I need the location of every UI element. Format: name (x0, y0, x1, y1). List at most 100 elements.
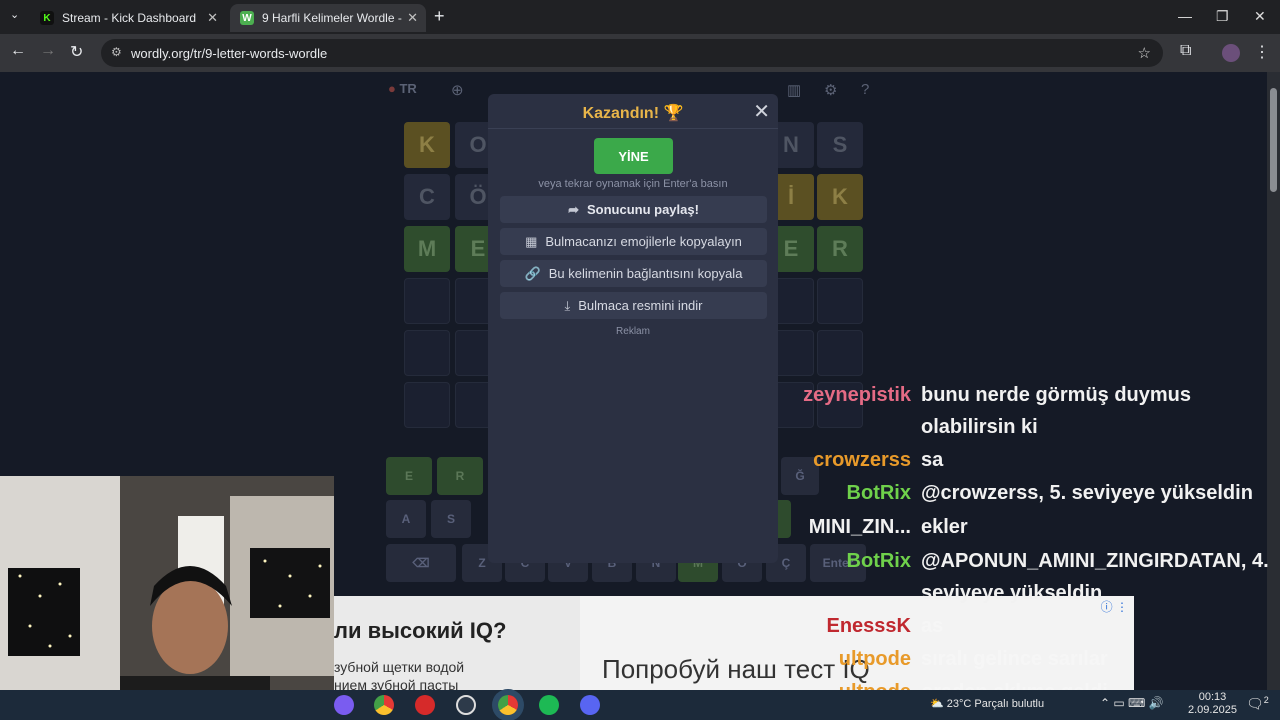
share-icon: ➦ (568, 201, 579, 217)
ad-banner[interactable]: ли высокий IQ? зубной щетки водой нием зу… (334, 596, 1134, 690)
copy-link-button[interactable]: 🔗 Bu kelimenin bağlantısını kopyala (500, 260, 767, 287)
scrollbar-thumb[interactable] (1270, 88, 1277, 192)
dialog-title-text: Kazandın! (582, 105, 660, 122)
play-again-button[interactable]: YİNE (594, 138, 673, 174)
board-tile (817, 382, 863, 428)
new-tab-icon[interactable]: + (434, 6, 445, 27)
chrome-icon[interactable] (374, 695, 394, 715)
clock-time: 00:13 (1198, 691, 1227, 703)
download-image-button[interactable]: ⤓ Bulmaca resmini indir (500, 292, 767, 319)
tab-search-chevron-icon[interactable]: ⌄ (10, 8, 19, 21)
tab-wordle[interactable]: W 9 Harfli Kelimeler Wordle - Çev ✕ (230, 4, 426, 32)
ad-subtext-line: зубной щетки водой (334, 659, 465, 675)
address-bar[interactable]: ⚙ wordly.org/tr/9-letter-words-wordle ☆ (101, 39, 1163, 67)
keyboard-key[interactable]: R (437, 457, 483, 495)
board-tile: S (817, 122, 863, 168)
share-result-button[interactable]: ➦ Sonucunu paylaş! (500, 196, 767, 223)
board-tile: C (404, 174, 450, 220)
ad-info-icon[interactable]: ⓘ ⋮ (1101, 598, 1128, 615)
option-label: Bu kelimenin bağlantısını kopyala (548, 266, 743, 281)
add-icon[interactable]: ⊕ (451, 81, 464, 99)
extensions-icon[interactable]: ⧉ (1180, 42, 1191, 60)
grid-icon: ▦ (525, 233, 538, 249)
notification-icon: 🗨 (1246, 695, 1264, 712)
language-label: TR (399, 81, 417, 96)
option-label: Bulmacanızı emojilerle kopyalayın (545, 234, 742, 249)
site-settings-icon[interactable]: ⚙ (111, 45, 122, 59)
tab-strip: ⌄ K Stream - Kick Dashboard ✕ W 9 Harfli… (0, 0, 1280, 34)
notification-center[interactable]: 🗨2 (1246, 695, 1269, 713)
flag-icon: ● (388, 81, 396, 96)
board-tile: R (817, 226, 863, 272)
language-selector[interactable]: ● TR (388, 81, 417, 96)
tab-kick-dashboard[interactable]: K Stream - Kick Dashboard ✕ (30, 4, 226, 32)
trophy-icon: 🏆 (663, 105, 684, 122)
ad-right-text: Попробуй наш тест IQ (602, 654, 870, 684)
taskbar: ⛅ 23°C Parçalı bulutlu ⌃ ▭ ⌨ 🔊 00:13 2.09… (0, 690, 1280, 720)
keyboard-key[interactable]: Ğ (781, 457, 819, 495)
bookmark-star-icon[interactable]: ☆ (1138, 44, 1151, 62)
board-tile: K (404, 122, 450, 168)
close-tab-icon[interactable]: ✕ (407, 10, 418, 26)
page-scrollbar[interactable] (1267, 72, 1280, 690)
board-tile (817, 278, 863, 324)
ad-headline: ли высокий IQ? (334, 618, 507, 643)
close-tab-icon[interactable]: ✕ (207, 10, 218, 26)
keyboard-key[interactable]: E (386, 457, 432, 495)
notification-count: 2 (1263, 695, 1269, 705)
help-icon[interactable]: ? (861, 81, 869, 98)
browser-toolbar: ← → ↻ ⚙ wordly.org/tr/9-letter-words-wor… (0, 34, 1280, 72)
enter-hint: veya tekrar oynamak için Enter'a basın (538, 178, 728, 190)
weather-icon: ⛅ (930, 698, 944, 710)
weather[interactable]: ⛅ 23°C Parçalı bulutlu (930, 697, 1044, 710)
keyboard-key[interactable]: A (386, 500, 426, 538)
keyboard-key[interactable]: Enter (810, 544, 866, 582)
close-icon[interactable]: ✕ (753, 99, 770, 124)
obs-icon[interactable] (456, 695, 476, 715)
keyboard-key[interactable]: S (431, 500, 471, 538)
ad-label: Reklam (616, 326, 650, 337)
dialog-title: Kazandın! 🏆 (488, 103, 778, 123)
keyboard-key[interactable]: ⌫ (386, 544, 456, 582)
webcam-feed (0, 476, 334, 720)
back-icon[interactable]: ← (10, 42, 26, 60)
ad-left-panel: ли высокий IQ? зубной щетки водой нием зу… (334, 596, 580, 690)
weather-text: 23°C Parçalı bulutlu (946, 698, 1045, 710)
option-label: Sonucunu paylaş! (586, 202, 699, 217)
opera-icon[interactable] (415, 695, 435, 715)
webcam-overlay (0, 476, 334, 720)
clock-date: 2.09.2025 (1188, 704, 1237, 716)
menu-icon[interactable]: ⋮ (1254, 42, 1270, 62)
board-tile (404, 278, 450, 324)
divider (488, 128, 778, 129)
link-icon: 🔗 (524, 265, 541, 281)
reload-icon[interactable]: ↻ (70, 42, 83, 62)
discord-icon[interactable] (580, 695, 600, 715)
url-text: wordly.org/tr/9-letter-words-wordle (131, 45, 328, 61)
option-label: Bulmaca resmini indir (578, 298, 703, 313)
maximize-icon[interactable]: ❐ (1216, 8, 1229, 25)
clock[interactable]: 00:13 2.09.2025 (1188, 691, 1237, 717)
board-tile (404, 330, 450, 376)
wordle-favicon-icon: W (240, 11, 254, 25)
win-dialog: Kazandın! 🏆 ✕ YİNE veya tekrar oynamak i… (488, 94, 778, 563)
spotify-icon[interactable] (539, 695, 559, 715)
copilot-icon[interactable] (334, 695, 354, 715)
stats-icon[interactable]: ▥ (787, 81, 801, 99)
kick-favicon-icon: K (40, 11, 54, 25)
forward-icon[interactable]: → (40, 42, 56, 60)
settings-icon[interactable]: ⚙ (824, 81, 837, 99)
close-window-icon[interactable]: ✕ (1254, 8, 1266, 25)
board-tile (817, 330, 863, 376)
chrome-active-icon[interactable] (498, 695, 518, 715)
copy-emoji-button[interactable]: ▦ Bulmacanızı emojilerle kopyalayın (500, 228, 767, 255)
board-tile (404, 382, 450, 428)
board-tile: K (817, 174, 863, 220)
minimize-icon[interactable]: — (1178, 8, 1192, 24)
board-tile: M (404, 226, 450, 272)
download-icon: ⤓ (564, 297, 571, 313)
profile-avatar[interactable] (1222, 44, 1240, 62)
system-tray-icons[interactable]: ⌃ ▭ ⌨ 🔊 (1100, 696, 1164, 710)
tab-label: 9 Harfli Kelimeler Wordle - Çev (262, 11, 402, 25)
ad-subtext: зубной щетки водой нием зубной пасты (334, 658, 464, 690)
